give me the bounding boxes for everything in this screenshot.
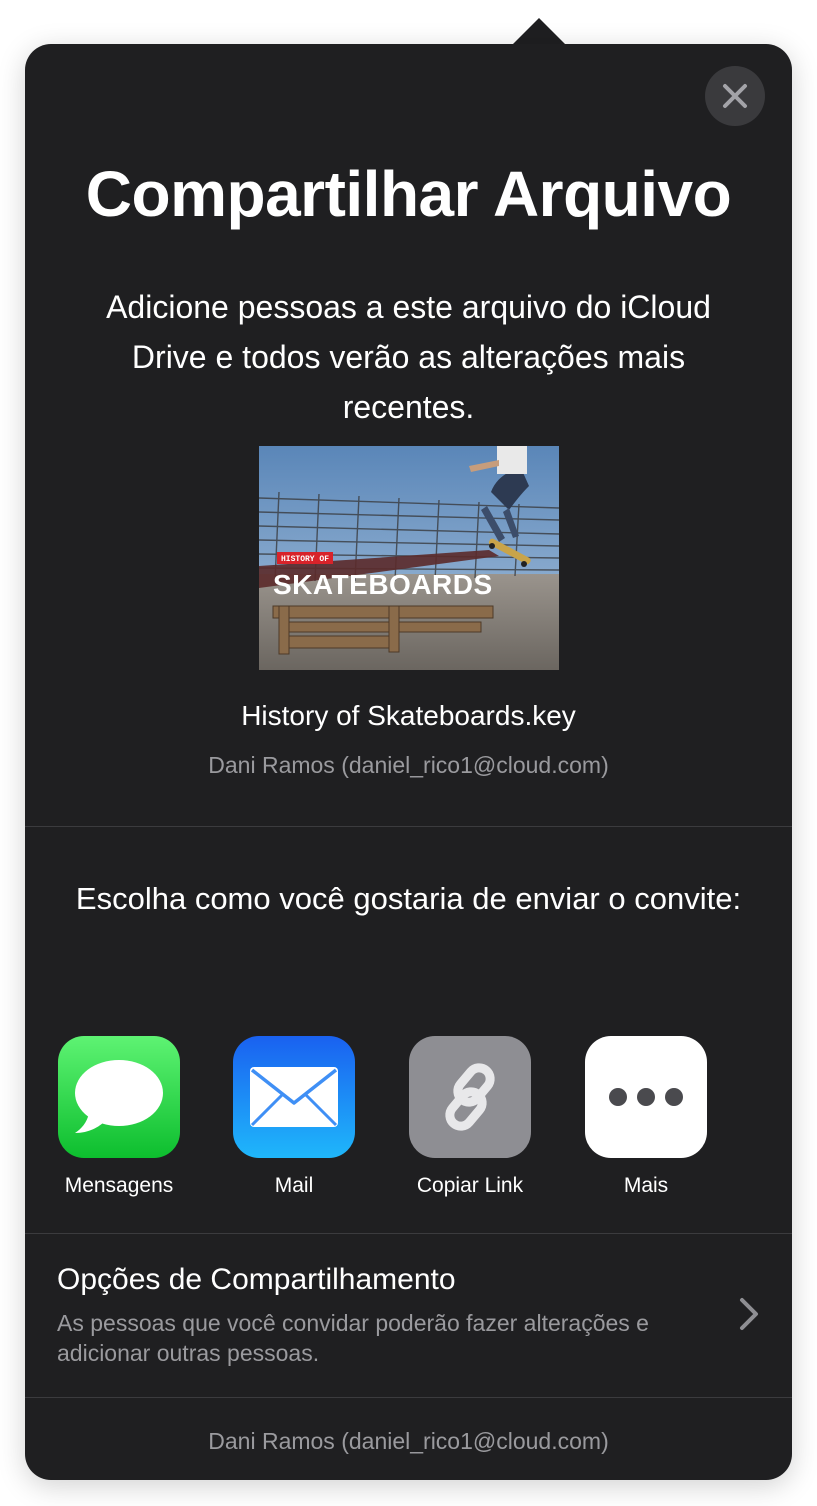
footer-owner: Dani Ramos (daniel_rico1@cloud.com): [208, 1428, 609, 1454]
copy-link-label: Copiar Link: [416, 1174, 524, 1197]
divider: [25, 826, 792, 827]
share-more-button[interactable]: Mais: [566, 1036, 726, 1200]
thumbnail-big-text: SKATEBOARDS: [273, 569, 493, 600]
share-mail-button[interactable]: Mail: [214, 1036, 374, 1200]
share-messages-button[interactable]: Mensagens: [39, 1036, 199, 1200]
link-icon: [409, 1036, 531, 1158]
share-mail-label: Mail: [274, 1174, 314, 1197]
chevron-right-icon: [740, 1298, 758, 1330]
share-more-label: Mais: [623, 1174, 669, 1197]
copy-link-button[interactable]: Copiar Link: [390, 1036, 550, 1200]
sharing-options-title: Opções de Compartilhamento: [57, 1263, 456, 1296]
file-name: History of Skateboards.key: [241, 700, 576, 731]
file-thumbnail: HISTORY OF SKATEBOARDS: [259, 446, 559, 670]
popover-arrow: [511, 18, 567, 46]
close-icon: [723, 84, 747, 108]
share-popover: Compartilhar Arquivo Adicione pessoas a …: [0, 0, 817, 1506]
more-icon: [585, 1036, 707, 1158]
divider: [25, 1397, 792, 1398]
dialog-title: Compartilhar Arquivo: [85, 158, 732, 230]
messages-icon: [58, 1036, 180, 1158]
share-file-sheet: Compartilhar Arquivo Adicione pessoas a …: [25, 44, 792, 1480]
sharing-options-subtitle: As pessoas que você convidar poderão faz…: [57, 1310, 649, 1366]
mail-icon: [233, 1036, 355, 1158]
invite-methods: Mensagens Mail Copiar Link Mais: [25, 1036, 792, 1206]
share-messages-label: Mensagens: [64, 1174, 174, 1197]
file-owner: Dani Ramos (daniel_rico1@cloud.com): [208, 752, 609, 778]
dialog-description: Adicione pessoas a este arquivo do iClou…: [106, 289, 711, 425]
sharing-options-row[interactable]: Opções de Compartilhamento As pessoas qu…: [25, 1234, 792, 1396]
close-button[interactable]: [705, 66, 765, 126]
invite-prompt: Escolha como você gostaria de enviar o c…: [75, 881, 742, 916]
thumbnail-small-text: HISTORY OF: [281, 555, 329, 564]
